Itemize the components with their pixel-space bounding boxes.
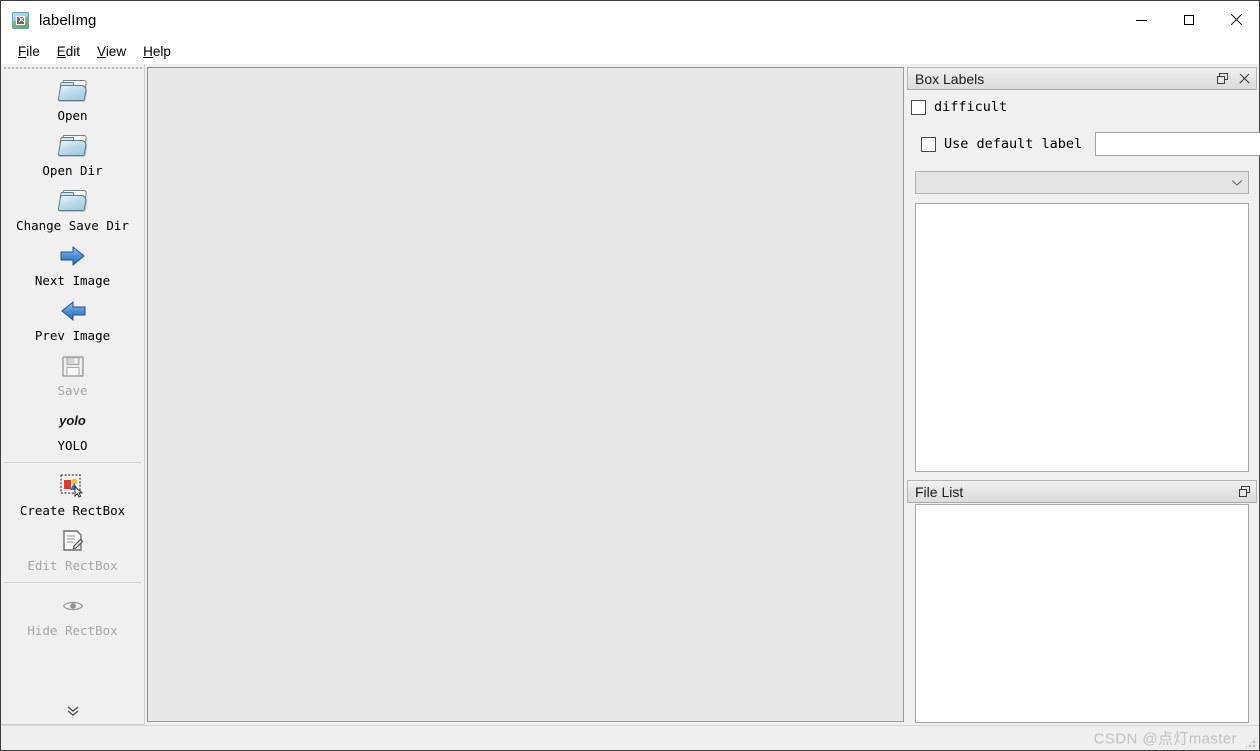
double-chevron-down-icon <box>67 706 78 716</box>
box-labels-float-button[interactable] <box>1212 69 1232 89</box>
toolbar-drag-handle[interactable] <box>3 65 142 72</box>
main-body: Open Open Dir Change Save Dir Next Image… <box>1 64 1260 725</box>
arrow-right-icon <box>55 240 91 271</box>
arrow-left-icon <box>55 295 91 326</box>
toolbar-item-prev-image[interactable]: Prev Image <box>1 292 144 347</box>
toolbar-label-open-dir: Open Dir <box>42 163 103 178</box>
difficult-checkbox[interactable] <box>911 99 926 115</box>
toolbar-label-hide-rectbox: Hide RectBox <box>27 623 118 638</box>
toolbar-item-open-dir[interactable]: Open Dir <box>1 127 144 182</box>
toolbar-label-yolo: YOLO <box>57 438 88 453</box>
minimize-button[interactable] <box>1118 1 1165 39</box>
statusbar: CSDN @点灯master <box>1 725 1259 750</box>
toolbar-label-next-image: Next Image <box>34 273 111 288</box>
difficult-row: difficult <box>907 94 1257 118</box>
menu-file[interactable]: File <box>10 42 49 61</box>
use-default-label-row: Use default label <box>907 131 1260 157</box>
menu-help-label: H <box>143 44 153 59</box>
image-canvas[interactable] <box>147 67 904 722</box>
file-list-title: File List <box>915 483 964 500</box>
toolbar-separator-1 <box>4 462 141 463</box>
label-combobox[interactable] <box>915 171 1249 194</box>
toolbar-item-change-save-dir[interactable]: Change Save Dir <box>1 182 144 237</box>
image-label-icon <box>12 11 29 29</box>
chevron-down-icon <box>1233 178 1242 187</box>
menu-help[interactable]: Help <box>135 42 180 61</box>
box-labels-body: difficult Use default label <box>907 90 1260 194</box>
window-controls <box>1118 1 1259 39</box>
label-list[interactable] <box>915 203 1249 472</box>
use-default-label-checkbox[interactable] <box>921 136 936 152</box>
toolbar-item-create-rectbox[interactable]: Create RectBox <box>1 467 144 522</box>
minimize-icon <box>1136 19 1147 21</box>
menubar: File Edit View Help <box>1 39 1259 64</box>
file-list-panel: File List <box>907 480 1257 723</box>
file-list-float-button[interactable] <box>1234 482 1254 502</box>
left-toolbar: Open Open Dir Change Save Dir Next Image… <box>1 64 145 725</box>
right-dock: Box Labels difficult Use default label F… <box>907 64 1260 725</box>
edit-rectbox-icon <box>55 525 91 556</box>
menu-view[interactable]: View <box>89 42 135 61</box>
toolbar-item-open[interactable]: Open <box>1 72 144 127</box>
menu-edit-label: E <box>56 44 66 59</box>
menu-view-rest: iew <box>105 44 127 59</box>
toolbar-item-next-image[interactable]: Next Image <box>1 237 144 292</box>
toolbar-expand-button[interactable] <box>1 698 144 724</box>
float-panel-icon <box>1216 73 1228 84</box>
toolbar-item-save[interactable]: Save <box>1 347 144 402</box>
file-list[interactable] <box>915 504 1249 723</box>
yolo-format-icon: yolo <box>55 405 91 436</box>
window-title: labelImg <box>39 11 97 29</box>
toolbar-label-save: Save <box>57 383 88 398</box>
box-labels-titlebar: Box Labels <box>907 67 1257 90</box>
folder-open-dir-icon <box>55 130 91 161</box>
toolbar-label-open: Open <box>57 108 88 123</box>
toolbar-label-create-rectbox: Create RectBox <box>19 503 126 518</box>
box-labels-title: Box Labels <box>915 70 985 87</box>
titlebar: labelImg <box>1 1 1259 39</box>
file-list-titlebar: File List <box>907 480 1257 503</box>
close-icon <box>1230 14 1242 26</box>
use-default-label-text: Use default label <box>944 136 1083 152</box>
canvas-area <box>145 64 907 725</box>
watermark-text: CSDN @点灯master <box>1093 730 1237 748</box>
close-panel-icon <box>1239 73 1250 84</box>
menu-edit[interactable]: Edit <box>49 42 89 61</box>
toolbar-item-edit-rectbox[interactable]: Edit RectBox <box>1 522 144 577</box>
yolo-icon-text: yolo <box>59 413 86 428</box>
folder-open-icon <box>55 75 91 106</box>
default-label-input[interactable] <box>1095 132 1260 156</box>
menu-help-rest: elp <box>152 44 171 59</box>
create-rectbox-icon <box>55 470 91 501</box>
menu-file-rest: ile <box>26 44 40 59</box>
label-combobox-arrow <box>1226 178 1248 187</box>
maximize-button[interactable] <box>1165 1 1212 39</box>
resize-grip-icon[interactable] <box>1244 736 1257 749</box>
toolbar-label-change-save-dir: Change Save Dir <box>16 218 129 233</box>
close-button[interactable] <box>1212 1 1259 39</box>
menu-edit-rest: dit <box>65 44 81 59</box>
floppy-save-icon <box>55 350 91 381</box>
difficult-label: difficult <box>934 99 1008 115</box>
toolbar-separator-2 <box>4 582 141 583</box>
toolbar-item-hide-rectbox[interactable]: Hide RectBox <box>1 587 144 642</box>
box-labels-panel: Box Labels difficult Use default label <box>907 67 1260 472</box>
box-labels-close-button[interactable] <box>1234 69 1254 89</box>
labelimg-window: labelImg File Edit View Help Open Open D… <box>0 0 1260 751</box>
maximize-icon <box>1183 15 1194 25</box>
menu-file-label: F <box>18 44 27 59</box>
menu-view-label: V <box>97 44 106 59</box>
folder-change-save-dir-icon <box>55 185 91 216</box>
toolbar-label-edit-rectbox: Edit RectBox <box>27 558 118 573</box>
hide-rectbox-eye-icon <box>55 590 91 621</box>
toolbar-label-prev-image: Prev Image <box>34 328 111 343</box>
float-panel-icon <box>1238 486 1250 497</box>
toolbar-item-yolo[interactable]: yolo YOLO <box>1 402 144 457</box>
